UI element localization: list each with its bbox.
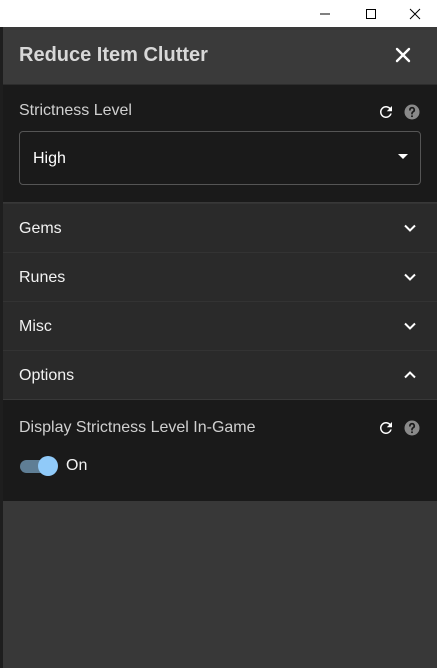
accordion-label: Misc	[19, 318, 52, 335]
display-strictness-reset-button[interactable]	[376, 418, 396, 438]
panel-close-button[interactable]	[390, 42, 416, 68]
display-strictness-toggle[interactable]	[19, 456, 59, 476]
toggle-state-label: On	[66, 457, 88, 474]
strictness-select-value: High	[33, 150, 66, 167]
help-icon	[404, 104, 420, 120]
chevron-down-icon	[401, 268, 419, 286]
panel-title: Reduce Item Clutter	[19, 44, 208, 66]
accordion-label: Options	[19, 367, 75, 384]
accordion-label: Runes	[19, 269, 66, 286]
close-icon	[409, 8, 421, 19]
maximize-icon	[366, 8, 376, 19]
window-maximize-button[interactable]	[348, 0, 394, 27]
chevron-down-icon	[401, 317, 419, 335]
minimize-icon	[320, 13, 330, 14]
accordion-runes[interactable]: Runes	[3, 252, 437, 301]
panel-header: Reduce Item Clutter	[3, 27, 437, 85]
accordion-gems[interactable]: Gems	[3, 203, 437, 252]
window-close-button[interactable]	[392, 0, 437, 27]
refresh-icon	[379, 105, 392, 118]
window-titlebar	[0, 0, 437, 27]
chevron-down-icon	[401, 219, 419, 237]
toggle-thumb	[38, 456, 58, 476]
close-icon	[395, 47, 411, 63]
strictness-select[interactable]: High	[19, 131, 421, 185]
accordion-options[interactable]: Options	[3, 350, 437, 399]
accordion-misc[interactable]: Misc	[3, 301, 437, 350]
options-section: Display Strictness Level In-Game On	[3, 400, 437, 501]
caret-down-icon	[398, 154, 408, 159]
strictness-label: Strictness Level	[19, 102, 132, 119]
display-strictness-label: Display Strictness Level In-Game	[19, 419, 256, 436]
help-icon	[404, 420, 420, 436]
chevron-up-icon	[401, 366, 419, 384]
refresh-icon	[379, 422, 392, 434]
strictness-help-button[interactable]	[402, 102, 422, 122]
strictness-reset-button[interactable]	[376, 102, 396, 122]
display-strictness-help-button[interactable]	[402, 418, 422, 438]
strictness-section: Strictness Level High	[3, 85, 437, 202]
window-minimize-button[interactable]	[302, 0, 348, 27]
reduce-item-clutter-panel: Reduce Item Clutter Strictness Level Hig…	[3, 27, 437, 668]
accordion-label: Gems	[19, 220, 62, 237]
